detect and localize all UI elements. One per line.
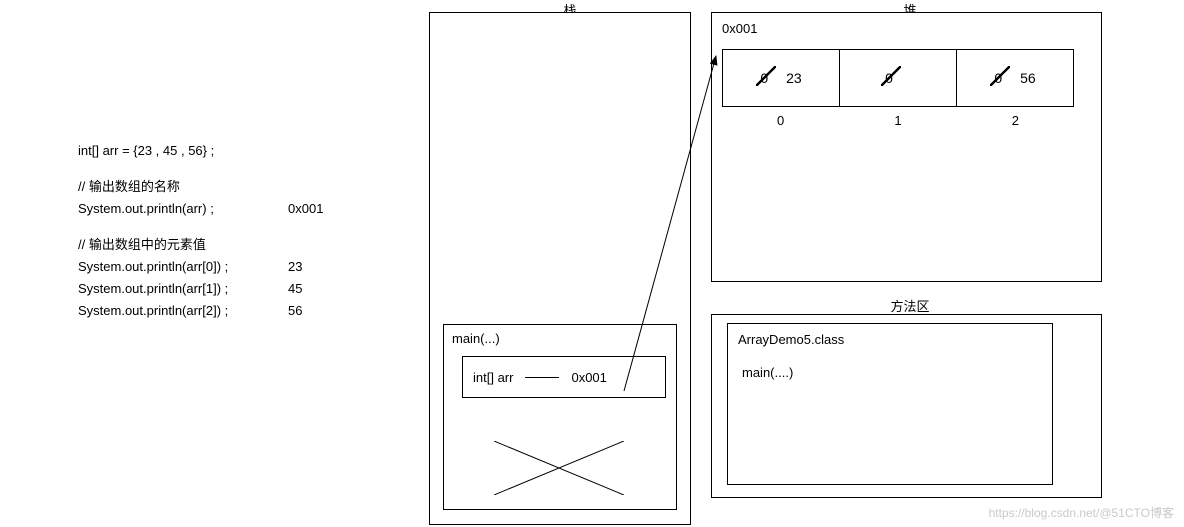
- class-box: ArrayDemo5.class main(....): [727, 323, 1053, 485]
- method-area-region: ArrayDemo5.class main(....): [711, 314, 1102, 498]
- heap-address: 0x001: [722, 21, 757, 36]
- stack-var-box: int[] arr 0x001: [462, 356, 666, 398]
- method-name: main(....): [742, 365, 1042, 380]
- stack-frame-main: main(...) int[] arr 0x001: [443, 324, 677, 510]
- cell-value-0: 23: [786, 70, 802, 86]
- assign-line: [525, 377, 559, 378]
- index-2: 2: [957, 113, 1074, 128]
- array-cell-0: 0 23: [723, 50, 840, 106]
- code-print-0: System.out.println(arr[0]) ;: [78, 256, 288, 278]
- code-print-0-result: 23: [288, 256, 302, 278]
- cross-icon: [494, 441, 624, 495]
- heap-region: 0x001 0 23 0 0 56 0 1 2: [711, 12, 1102, 282]
- code-print-2: System.out.println(arr[2]) ;: [78, 300, 288, 322]
- method-area-label: 方法区: [860, 296, 960, 315]
- index-0: 0: [722, 113, 839, 128]
- array-cell-1: 0: [840, 50, 957, 106]
- array-cell-2: 0 56: [957, 50, 1073, 106]
- stack-var-name: int[] arr: [473, 370, 513, 385]
- code-print-2-result: 56: [288, 300, 302, 322]
- watermark: https://blog.csdn.net/@51CTO博客: [989, 504, 1174, 521]
- stack-region: main(...) int[] arr 0x001: [429, 12, 691, 525]
- cell-initial-2: 0: [994, 70, 1002, 86]
- stack-var-value: 0x001: [571, 370, 606, 385]
- code-comment-2: // 输出数组中的元素值: [78, 234, 408, 256]
- class-name: ArrayDemo5.class: [738, 332, 1042, 347]
- cell-value-2: 56: [1020, 70, 1036, 86]
- code-comment-1: // 输出数组的名称: [78, 176, 408, 198]
- index-1: 1: [839, 113, 956, 128]
- stack-frame-title: main(...): [444, 325, 676, 350]
- code-print-arr-result: 0x001: [288, 198, 323, 220]
- code-print-1-result: 45: [288, 278, 302, 300]
- code-declaration: int[] arr = {23 , 45 , 56} ;: [78, 140, 408, 162]
- code-listing: int[] arr = {23 , 45 , 56} ; // 输出数组的名称 …: [78, 140, 408, 322]
- cell-initial-1: 0: [885, 70, 893, 86]
- cell-initial-0: 0: [760, 70, 768, 86]
- code-print-1: System.out.println(arr[1]) ;: [78, 278, 288, 300]
- index-row: 0 1 2: [722, 113, 1074, 128]
- code-print-arr: System.out.println(arr) ;: [78, 198, 288, 220]
- heap-array-object: 0 23 0 0 56: [722, 49, 1074, 107]
